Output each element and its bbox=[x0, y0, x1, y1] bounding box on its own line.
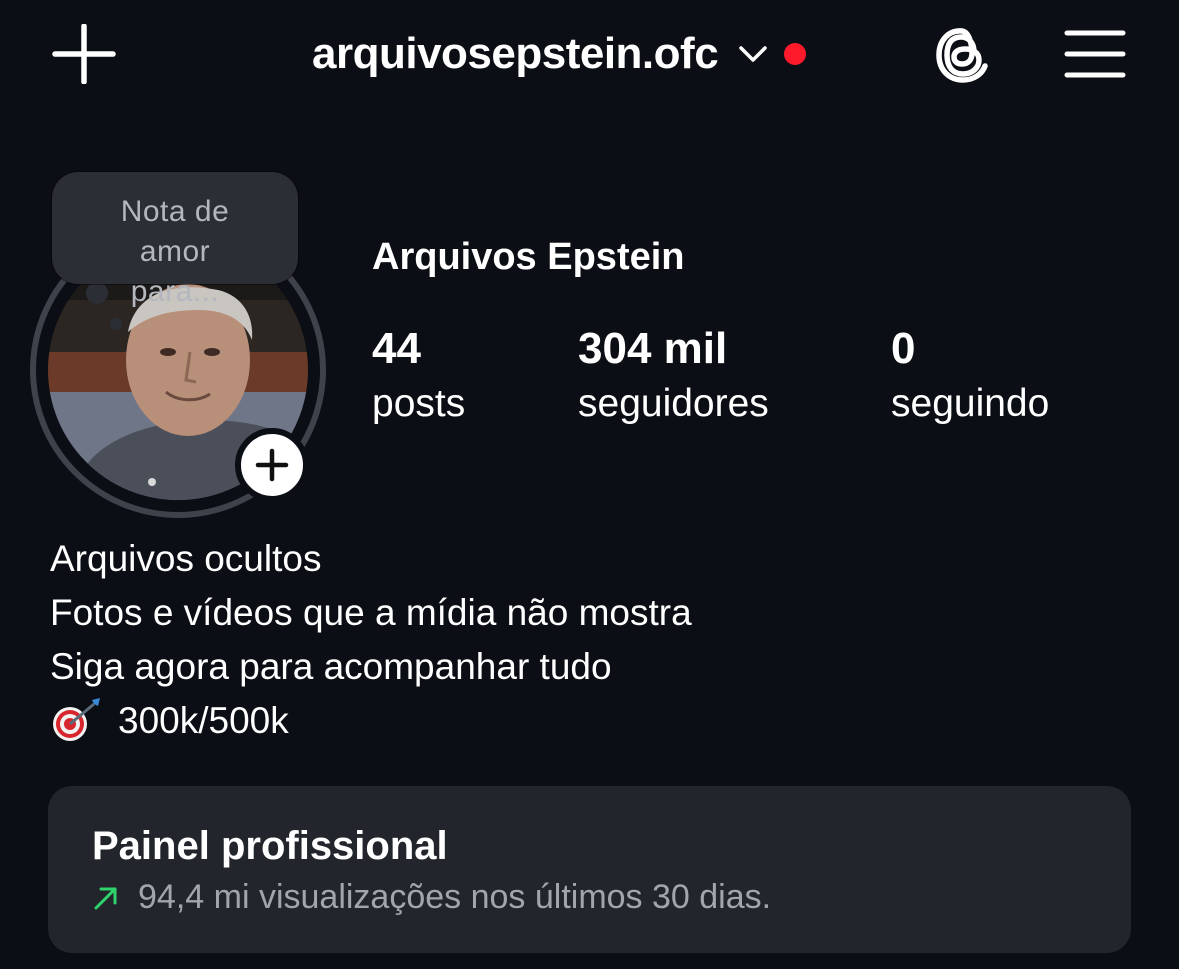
bio-line: Arquivos ocultos bbox=[50, 538, 322, 579]
note-text: Nota de amor para... bbox=[120, 195, 230, 308]
bio-line: Siga agora para acompanhar tudo bbox=[50, 646, 612, 687]
stat-label: seguindo bbox=[891, 382, 1050, 425]
create-plus-icon[interactable] bbox=[52, 23, 116, 85]
display-name: Arquivos Epstein bbox=[372, 236, 685, 278]
stat-value: 0 bbox=[891, 324, 916, 373]
stat-label: posts bbox=[372, 382, 466, 425]
bio-goal-text: 300k/500k bbox=[118, 700, 289, 741]
menu-icon[interactable] bbox=[1064, 28, 1126, 80]
chevron-down-icon bbox=[739, 46, 767, 62]
add-story-button[interactable] bbox=[235, 428, 309, 502]
notification-dot bbox=[784, 43, 807, 65]
bio-line: Fotos e vídeos que a mídia não mostra bbox=[50, 592, 692, 633]
top-bar: arquivosepstein.ofc bbox=[0, 0, 1179, 110]
threads-icon[interactable] bbox=[930, 22, 996, 88]
stat-label: seguidores bbox=[578, 382, 769, 425]
stat-followers[interactable]: 304 mil seguidores bbox=[578, 322, 769, 432]
account-switcher[interactable]: arquivosepstein.ofc bbox=[312, 26, 807, 82]
username: arquivosepstein.ofc bbox=[312, 29, 719, 78]
stat-value: 44 bbox=[372, 324, 421, 373]
views-summary: 94,4 mi visualizações nos últimos 30 dia… bbox=[138, 878, 772, 916]
stat-following[interactable]: 0 seguindo bbox=[891, 322, 1049, 432]
panel-subtitle: 94,4 mi visualizações nos últimos 30 dia… bbox=[92, 878, 771, 917]
direct-hit-icon bbox=[53, 698, 100, 742]
stat-posts[interactable]: 44 posts bbox=[372, 322, 465, 432]
bio: Arquivos ocultos Fotos e vídeos que a mí… bbox=[50, 532, 692, 748]
panel-title: Painel profissional bbox=[92, 824, 448, 868]
stat-value: 304 mil bbox=[578, 324, 728, 373]
bio-line-goal: 300k/500k bbox=[50, 694, 692, 748]
note-bubble[interactable]: Nota de amor para... bbox=[52, 172, 298, 308]
professional-dashboard-card[interactable]: Painel profissional 94,4 mi visualizaçõe… bbox=[48, 786, 1131, 953]
trend-up-arrow-icon bbox=[94, 887, 117, 909]
note-bubble-tail-dot bbox=[110, 318, 122, 330]
